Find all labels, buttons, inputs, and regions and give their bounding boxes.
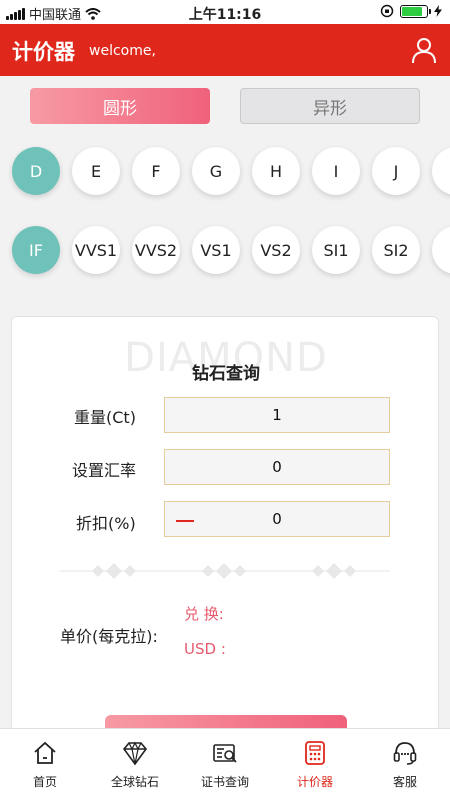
color-option-i[interactable]: I	[312, 147, 360, 195]
color-option-j[interactable]: J	[372, 147, 420, 195]
app-header: 计价器 welcome,	[0, 24, 450, 76]
clarity-option-i1[interactable]: I1	[432, 226, 450, 274]
headset-icon	[393, 742, 417, 765]
nav-certificate-search-label: 证书查询	[200, 775, 249, 789]
nav-calculator-label: 计价器	[296, 775, 333, 789]
color-option-e[interactable]: E	[72, 147, 120, 195]
user-icon[interactable]	[410, 36, 438, 64]
tab-fancy-shape[interactable]: 异形	[240, 88, 420, 124]
color-option-f[interactable]: F	[132, 147, 180, 195]
nav-home[interactable]: 首页	[0, 729, 90, 800]
diamond-query-card: DIAMOND 钻石查询 重量(Ct) 设置汇率 折扣(%) 单价(每克拉): …	[11, 316, 439, 759]
nav-global-diamonds[interactable]: 全球钻石	[90, 729, 180, 800]
tab-round-shape[interactable]: 圆形	[30, 88, 210, 124]
exchange-result-label: 兑 换:	[184, 605, 224, 623]
clarity-grade-selector: IF VVS1 VVS2 VS1 VS2 SI1 SI2 I1	[0, 224, 450, 280]
clarity-option-vvs2[interactable]: VVS2	[132, 226, 180, 274]
minus-icon[interactable]	[176, 520, 194, 522]
diamond-icon	[122, 741, 148, 766]
card-title: 钻石查询	[192, 364, 260, 384]
nav-home-label: 首页	[32, 775, 57, 789]
exchange-rate-input[interactable]	[164, 449, 390, 485]
welcome-text: welcome,	[89, 43, 156, 59]
color-option-d[interactable]: D	[12, 147, 60, 195]
color-option-h[interactable]: H	[252, 147, 300, 195]
discount-label: 折扣(%)	[76, 514, 136, 533]
nav-customer-service[interactable]: 客服	[360, 729, 450, 800]
usd-result-label: USD :	[184, 640, 226, 658]
nav-global-diamonds-label: 全球钻石	[110, 775, 159, 789]
nav-certificate-search[interactable]: 证书查询	[180, 729, 270, 800]
nav-calculator[interactable]: 计价器	[270, 729, 360, 800]
status-right	[380, 4, 442, 18]
clarity-option-si1[interactable]: SI1	[312, 226, 360, 274]
decorative-divider	[60, 563, 390, 579]
color-grade-selector: D E F G H I J K	[0, 145, 450, 201]
status-bar: 中国联通 上午11:16	[0, 0, 450, 24]
calculator-icon	[305, 741, 325, 765]
clarity-option-vs2[interactable]: VS2	[252, 226, 300, 274]
home-icon	[34, 741, 56, 764]
discount-input[interactable]	[164, 501, 390, 537]
charging-icon	[434, 5, 442, 17]
certificate-search-icon	[213, 744, 237, 763]
orientation-lock-icon	[380, 4, 394, 18]
battery-fill	[402, 6, 423, 16]
unit-price-label: 单价(每克拉):	[60, 627, 158, 646]
page-title: 计价器	[12, 40, 75, 64]
clarity-option-vs1[interactable]: VS1	[192, 226, 240, 274]
color-option-g[interactable]: G	[192, 147, 240, 195]
weight-input[interactable]	[164, 397, 390, 433]
nav-customer-service-label: 客服	[392, 775, 417, 789]
bottom-navigation: 首页 全球钻石 证书查询 计价器 客服	[0, 728, 450, 800]
weight-label: 重量(Ct)	[74, 408, 136, 427]
exchange-rate-label: 设置汇率	[72, 461, 137, 480]
battery-icon	[400, 4, 431, 18]
color-option-k[interactable]: K	[432, 147, 450, 195]
clarity-option-si2[interactable]: SI2	[372, 226, 420, 274]
clarity-option-vvs1[interactable]: VVS1	[72, 226, 120, 274]
clarity-option-if[interactable]: IF	[12, 226, 60, 274]
